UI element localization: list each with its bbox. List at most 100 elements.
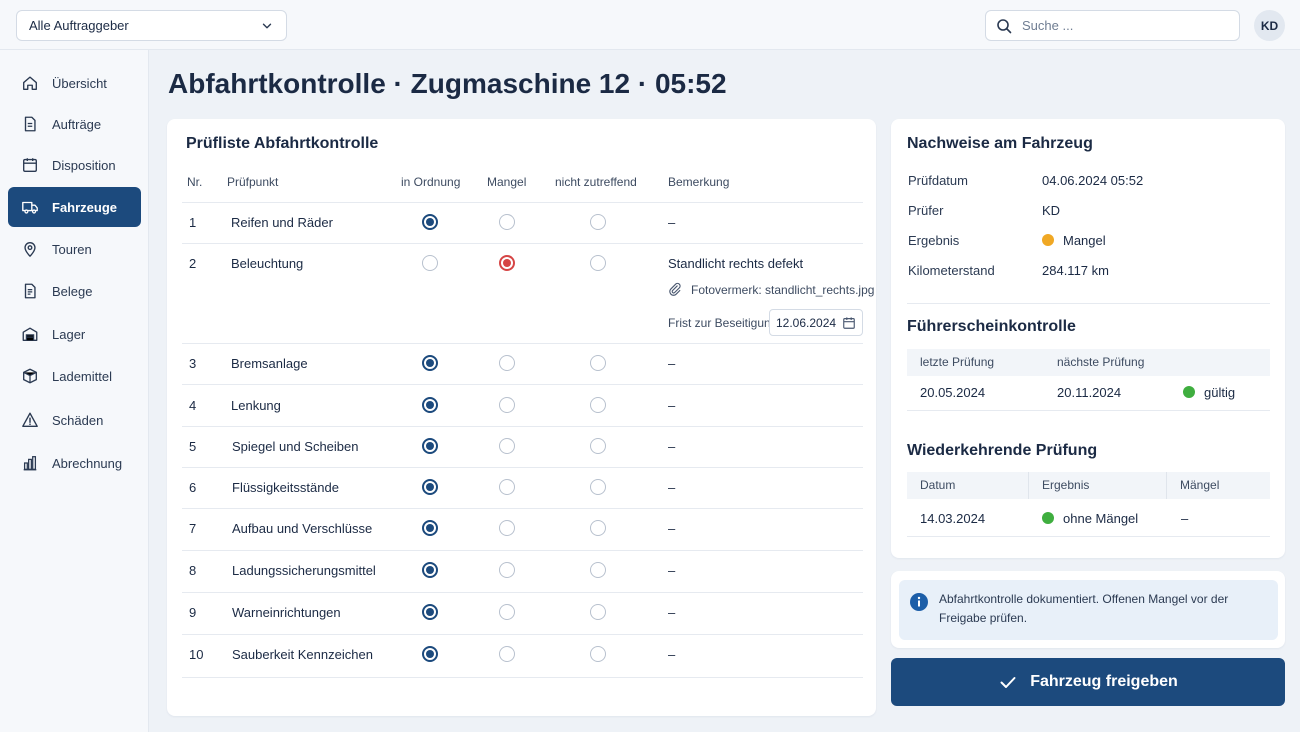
radio-defect[interactable] [499, 438, 515, 454]
radio-not-applicable[interactable] [590, 397, 606, 413]
row-number: 2 [189, 256, 197, 271]
column-header-ok: in Ordnung [401, 175, 461, 189]
radio-ok[interactable] [422, 255, 438, 271]
search-input[interactable] [1022, 18, 1222, 33]
user-avatar[interactable]: KD [1254, 10, 1285, 41]
radio-defect[interactable] [499, 397, 515, 413]
sidebar-item-label: Fahrzeuge [52, 199, 118, 215]
radio-not-applicable[interactable] [590, 646, 606, 662]
sidebar-item-touren[interactable]: Touren [8, 229, 141, 269]
column-header-nr: Nr. [187, 175, 203, 189]
radio-defect[interactable] [499, 604, 515, 620]
radio-defect[interactable] [499, 355, 515, 371]
info-icon [910, 593, 928, 611]
warning-icon [22, 412, 38, 427]
periodic-inspection-title: Wiederkehrende Prüfung [907, 442, 1098, 459]
periodic-defects: – [1181, 511, 1189, 526]
calendar-icon [843, 316, 855, 329]
row-item: Warneinrichtungen [232, 605, 341, 620]
row-divider [182, 426, 863, 427]
sidebar-item-schaeden[interactable]: Schäden [8, 400, 141, 440]
row-item: Sauberkeit Kennzeichen [232, 647, 373, 662]
sidebar-item-label: Lager [52, 326, 86, 342]
radio-ok[interactable] [422, 646, 438, 662]
row-divider [182, 677, 863, 678]
document-icon [24, 116, 36, 132]
search-box[interactable] [985, 10, 1240, 41]
row-number: 7 [189, 521, 197, 536]
field-label: Prüfdatum [908, 173, 968, 188]
sidebar-item-abrechnung[interactable]: Abrechnung [8, 443, 141, 483]
row-divider [182, 508, 863, 509]
release-vehicle-button[interactable]: Fahrzeug freigeben [891, 658, 1285, 706]
checklist-title: Prüfliste Abfahrtkontrolle [186, 135, 379, 152]
row-remark: – [668, 521, 676, 536]
row-item: Bremsanlage [231, 356, 308, 371]
sidebar-item-fahrzeuge[interactable]: Fahrzeuge [8, 187, 141, 227]
radio-ok[interactable] [422, 604, 438, 620]
radio-defect[interactable] [499, 255, 515, 271]
field-value: KD [1042, 203, 1061, 218]
deadline-date-input[interactable]: 12.06.2024 [769, 309, 863, 336]
radio-ok[interactable] [422, 355, 438, 371]
radio-not-applicable[interactable] [590, 214, 606, 230]
column-header-defects: Mängel [1180, 478, 1220, 492]
license-check-title: Führerscheinkontrolle [907, 318, 1076, 335]
column-header-next-check: nächste Prüfung [1057, 355, 1145, 369]
row-number: 6 [189, 480, 197, 495]
row-remark: – [668, 480, 676, 495]
sidebar-item-label: Abrechnung [52, 455, 123, 471]
row-item: Flüssigkeitsstände [232, 480, 339, 495]
radio-not-applicable[interactable] [590, 604, 606, 620]
field-label: Kilometerstand [908, 263, 995, 278]
sidebar-item-label: Aufträge [52, 116, 102, 132]
radio-not-applicable[interactable] [590, 355, 606, 371]
radio-defect[interactable] [499, 479, 515, 495]
bar-chart-icon [23, 456, 37, 471]
radio-not-applicable[interactable] [590, 438, 606, 454]
radio-defect[interactable] [499, 214, 515, 230]
status-dot [1042, 234, 1054, 246]
section-divider [907, 410, 1270, 411]
release-button-label: Fahrzeug freigeben [1030, 673, 1178, 690]
deadline-label: Frist zur Beseitigung [668, 316, 778, 330]
radio-defect[interactable] [499, 562, 515, 578]
column-header-remark: Bemerkung [668, 175, 730, 189]
row-item: Spiegel und Scheiben [232, 439, 359, 454]
radio-ok[interactable] [422, 562, 438, 578]
client-filter-select[interactable]: Alle Auftraggeber [16, 10, 287, 41]
row-remark: – [668, 356, 676, 371]
row-remark: – [668, 647, 676, 662]
radio-not-applicable[interactable] [590, 479, 606, 495]
sidebar-item-auftraege[interactable]: Aufträge [8, 104, 141, 144]
status-dot [1042, 512, 1054, 524]
row-item: Lenkung [231, 398, 281, 413]
radio-ok[interactable] [422, 397, 438, 413]
sidebar-item-label: Belege [52, 283, 93, 299]
column-header-na: nicht zutreffend [555, 175, 637, 189]
radio-ok[interactable] [422, 214, 438, 230]
radio-not-applicable[interactable] [590, 255, 606, 271]
map-pin-icon [24, 242, 36, 258]
sidebar-item-lager[interactable]: Lager [8, 314, 141, 354]
box-icon [23, 368, 37, 384]
row-remark: – [668, 215, 676, 230]
sidebar-item-disposition[interactable]: Disposition [8, 145, 141, 185]
truck-icon [22, 201, 38, 214]
radio-ok[interactable] [422, 520, 438, 536]
radio-not-applicable[interactable] [590, 520, 606, 536]
photo-note[interactable]: Fotovermerk: standlicht_rechts.jpg [691, 283, 874, 297]
sidebar-item-uebersicht[interactable]: Übersicht [8, 63, 141, 103]
section-divider [907, 303, 1270, 304]
sidebar-item-belege[interactable]: Belege [8, 271, 141, 311]
radio-ok[interactable] [422, 438, 438, 454]
sidebar-item-label: Touren [52, 241, 92, 257]
sidebar-item-lademittel[interactable]: Lademittel [8, 356, 141, 396]
radio-not-applicable[interactable] [590, 562, 606, 578]
client-filter-value: Alle Auftraggeber [29, 18, 129, 33]
column-header-date: Datum [920, 478, 956, 492]
radio-ok[interactable] [422, 479, 438, 495]
radio-defect[interactable] [499, 646, 515, 662]
radio-defect[interactable] [499, 520, 515, 536]
row-number: 5 [189, 439, 197, 454]
